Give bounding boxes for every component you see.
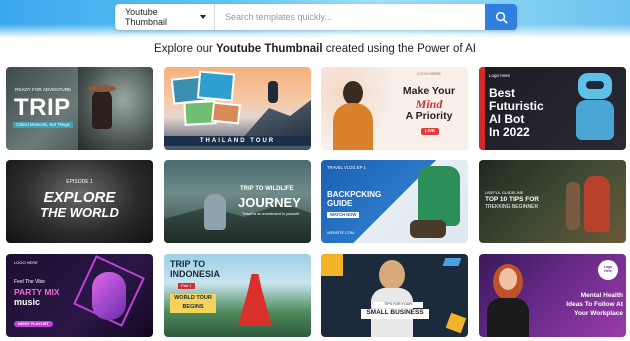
template-card-explore[interactable]: EPISODE 1 EXPLORE THE WORLD xyxy=(6,160,153,243)
template-card-ai-bot[interactable]: Logo Here Best Futuristic AI Bot In 2022 xyxy=(479,67,626,150)
card-line3: Your Workplace xyxy=(574,310,623,317)
backpack-shape xyxy=(418,166,460,226)
card-line1: Best xyxy=(489,86,516,100)
woman-figure xyxy=(487,298,529,337)
hiker-figure xyxy=(268,81,278,103)
card-big-title: TRIP xyxy=(14,94,71,121)
card-small: TIPS FOR YOUR xyxy=(373,302,423,308)
woman-face xyxy=(499,268,517,290)
card-line2: INDONESIA xyxy=(170,269,221,279)
template-search-bar: Youtube Thumbnail xyxy=(115,4,517,30)
card-line3: WORLD TOUR xyxy=(170,294,216,304)
red-dress-figure xyxy=(238,274,272,326)
card-line1: TOP 10 TIPS FOR xyxy=(485,196,539,203)
card-small: Feel The Vibe xyxy=(14,279,45,285)
search-input[interactable] xyxy=(215,4,485,30)
woman-head xyxy=(379,260,405,290)
woman-hair xyxy=(343,81,363,105)
heading-highlight: Youtube Thumbnail xyxy=(216,43,323,55)
card-small: TRAVEL VLOG EP 1 xyxy=(327,165,366,170)
card-banner: THAILAND TOUR xyxy=(164,135,311,146)
card-logo: Logo Here xyxy=(489,73,511,78)
hiker-figure xyxy=(204,194,226,230)
template-card-journey[interactable]: TRIP TO WILDLIFE JOURNEY Travel is an in… xyxy=(164,160,311,243)
card-small: USEFUL GUIDELINE xyxy=(485,190,524,195)
robot-visor xyxy=(586,81,604,89)
category-dropdown[interactable]: Youtube Thumbnail xyxy=(115,4,215,30)
watch-now-button: WATCH NOW xyxy=(327,212,360,219)
yellow-shape xyxy=(445,312,467,334)
hiker-backpack xyxy=(584,176,610,232)
yellow-shape xyxy=(321,254,343,276)
mountain-photo xyxy=(78,67,153,150)
template-card-small-business[interactable]: TIPS FOR YOUR SMALL BUSINESS xyxy=(321,254,468,337)
card-line4: In 2022 xyxy=(489,125,530,139)
category-dropdown-value: Youtube Thumbnail xyxy=(125,7,168,27)
template-card-trekking[interactable]: USEFUL GUIDELINE TOP 10 TIPS FOR TREKKIN… xyxy=(479,160,626,243)
search-icon xyxy=(495,11,507,23)
traveler-figure xyxy=(92,89,112,129)
card-small: Part 1 xyxy=(178,283,195,290)
card-line2: Futuristic xyxy=(489,99,544,113)
template-card-backpacking[interactable]: TRAVEL VLOG EP 1 BACKPCKING GUIDE WATCH … xyxy=(321,160,468,243)
live-badge: LIVE xyxy=(421,128,440,135)
template-card-party-mix[interactable]: LOGO HERE Feel The Vibe PARTY MIX music … xyxy=(6,254,153,337)
hiker-figure xyxy=(566,182,580,230)
card-line1: Make Your xyxy=(402,85,456,97)
red-accent-bar xyxy=(479,67,485,150)
heading-prefix: Explore our xyxy=(154,43,217,55)
rock-shape xyxy=(241,100,311,140)
template-card-mental-health[interactable]: Logo Here Mental Health Ideas To Follow … xyxy=(479,254,626,337)
template-card-trip[interactable]: READY FOR ADVENTURE TRIP Collect Moments… xyxy=(6,67,153,150)
card-line2: music xyxy=(14,297,41,307)
card-small: EPISODE 1 xyxy=(66,179,93,185)
card-line2: Ideas To Follow At xyxy=(566,301,623,308)
card-line2: JOURNEY xyxy=(238,195,301,210)
card-line1: Mental Health xyxy=(580,292,623,299)
blue-shape xyxy=(442,258,462,266)
template-card-indonesia[interactable]: TRIP TO INDONESIA Part 1 WORLD TOUR BEGI… xyxy=(164,254,311,337)
card-line3: AI Bot xyxy=(489,112,525,126)
photo-frame xyxy=(196,70,236,102)
card-url: WEBSITE.COM xyxy=(327,231,355,235)
template-card-mind[interactable]: LOGO HERE Make Your Mind A Priority LIVE xyxy=(321,67,468,150)
card-line2: GUIDE xyxy=(327,199,353,208)
card-line4: BEGINS xyxy=(170,304,216,313)
card-line1: EXPLORE xyxy=(43,189,116,206)
card-line1: PARTY MIX xyxy=(14,287,60,297)
template-card-thailand[interactable]: THAILAND TOUR xyxy=(164,67,311,150)
dancer-figure xyxy=(92,272,126,320)
photo-frame xyxy=(211,101,241,125)
card-caption: Travel is an investment in yourself xyxy=(242,212,300,216)
boots-shape xyxy=(410,220,446,238)
card-logo: LOGO HERE xyxy=(14,260,38,265)
card-logo: Logo Here xyxy=(603,265,613,273)
robot-body xyxy=(576,100,614,140)
card-line2: TREKKING BEGINNER xyxy=(485,204,539,210)
card-line1: SMALL BUSINESS xyxy=(361,309,429,319)
heading-suffix: created using the Power of AI xyxy=(322,43,476,55)
woman-figure xyxy=(333,103,373,150)
card-line3: A Priority xyxy=(405,110,453,122)
card-line2: Mind xyxy=(415,97,443,111)
card-logo: LOGO HERE xyxy=(417,71,441,76)
hat-shape xyxy=(88,85,116,92)
card-line2: THE WORLD xyxy=(40,205,119,220)
card-line1: TRIP TO WILDLIFE xyxy=(240,186,294,192)
page-heading: Explore our Youtube Thumbnail created us… xyxy=(0,43,630,55)
caret-down-icon xyxy=(200,15,206,19)
search-button[interactable] xyxy=(485,4,517,30)
card-caption: Collect Moments, Not Things xyxy=(13,122,73,129)
card-small-top: READY FOR ADVENTURE xyxy=(15,87,72,92)
playlist-button: NIGHT PLAYLIST xyxy=(14,321,53,327)
